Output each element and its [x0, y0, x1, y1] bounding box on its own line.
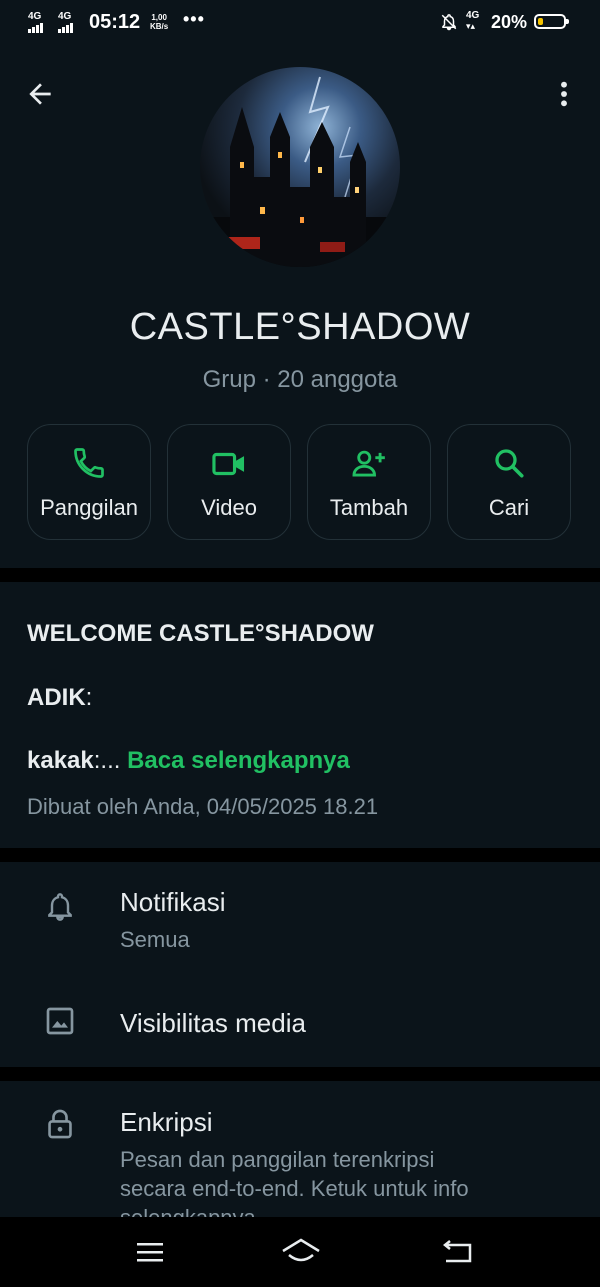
battery-percentage: 20%: [491, 12, 528, 32]
back-button[interactable]: [24, 78, 56, 115]
home-button[interactable]: [280, 1235, 322, 1272]
system-nav-bar: [0, 1217, 600, 1287]
add-button-label: Tambah: [329, 495, 409, 520]
phone-icon: [74, 448, 104, 478]
video-call-button[interactable]: Video: [167, 424, 291, 540]
back-icon: [442, 1240, 472, 1263]
signal-indicator-1: 4G: [28, 12, 43, 33]
notifications-title: Notifikasi: [120, 887, 226, 917]
encryption-title: Enkripsi: [120, 1107, 213, 1137]
sim2-indicator: 4G ▾▴: [466, 10, 480, 32]
group-member-count: Grup · 20 anggota: [202, 366, 398, 393]
notifications-value: Semua: [120, 927, 190, 952]
group-avatar[interactable]: [200, 67, 400, 267]
lock-icon: [44, 1107, 76, 1146]
description-title: WELCOME CASTLE°SHADOW: [27, 620, 374, 647]
home-icon: [282, 1238, 320, 1262]
video-icon: [212, 452, 245, 476]
created-info: Dibuat oleh Anda, 04/05/2025 18.21: [27, 794, 379, 819]
search-button[interactable]: Cari: [447, 424, 571, 540]
call-button-label: Panggilan: [40, 495, 138, 520]
group-name: CASTLE°SHADOW: [129, 306, 471, 348]
clock: 05:12: [89, 11, 141, 33]
add-person-icon: [352, 450, 385, 477]
description-line-adik: ADIK:: [27, 684, 93, 711]
media-visibility-title: Visibilitas media: [120, 1008, 306, 1038]
castle-image: [200, 76, 400, 267]
menu-icon: [137, 1243, 163, 1262]
more-notifications-icon: •••: [183, 9, 205, 29]
search-button-label: Cari: [488, 495, 530, 520]
battery-icon: [534, 14, 569, 29]
description-line-kakak: kakak:... Baca selengkapnya: [27, 747, 350, 774]
recent-apps-button[interactable]: [134, 1239, 166, 1270]
status-bar: 4G 4G 05:12 1,00 KB/s ••• 4G ▾▴ 20%: [0, 0, 600, 46]
add-member-button[interactable]: Tambah: [307, 424, 431, 540]
bell-icon: [44, 891, 76, 928]
notifications-row[interactable]: [0, 870, 600, 970]
more-options-button[interactable]: [548, 78, 580, 115]
back-nav-button[interactable]: [440, 1237, 476, 1272]
signal-indicator-2: 4G: [58, 12, 73, 33]
arrow-left-icon: [29, 83, 51, 105]
more-vertical-icon: [561, 81, 567, 107]
network-speed: 1,00 KB/s: [150, 13, 169, 31]
call-button[interactable]: Panggilan: [27, 424, 151, 540]
search-icon: [495, 449, 524, 478]
image-icon: [44, 1005, 76, 1042]
bell-off-icon: [440, 12, 458, 37]
read-more-link[interactable]: Baca selengkapnya: [127, 747, 350, 774]
video-button-label: Video: [201, 495, 257, 520]
